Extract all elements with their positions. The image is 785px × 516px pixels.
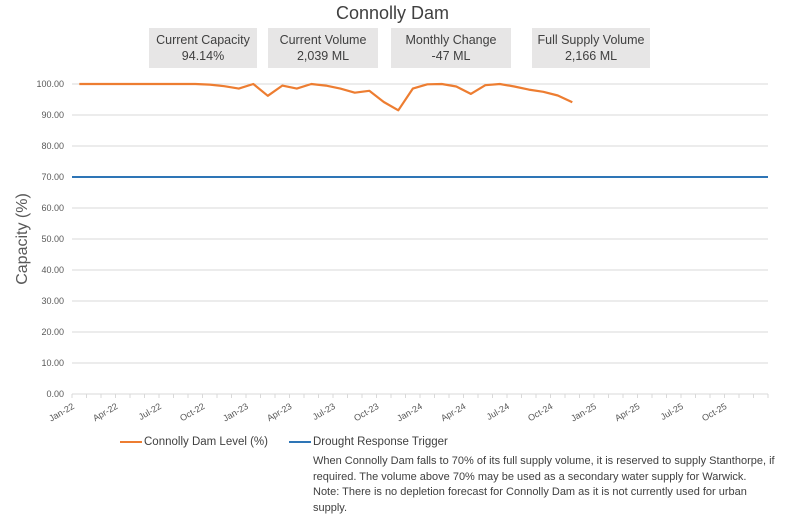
y-tick-label: 20.00 bbox=[41, 327, 64, 337]
x-tick-label: Apr-24 bbox=[439, 401, 467, 423]
x-tick-label: Jul-23 bbox=[311, 401, 337, 422]
y-tick-label: 90.00 bbox=[41, 110, 64, 120]
x-tick-label: Apr-22 bbox=[91, 401, 119, 423]
y-tick-label: 30.00 bbox=[41, 296, 64, 306]
y-tick-label: 100.00 bbox=[36, 79, 64, 89]
x-tick-label: Jul-22 bbox=[137, 401, 163, 422]
y-tick-label: 70.00 bbox=[41, 172, 64, 182]
footnote-line: Note: There is no depletion forecast for… bbox=[313, 485, 783, 516]
x-tick-label: Oct-23 bbox=[352, 401, 380, 423]
footnote: When Connolly Dam falls to 70% of its fu… bbox=[313, 454, 783, 516]
footnote-line: When Connolly Dam falls to 70% of its fu… bbox=[313, 454, 783, 470]
x-tick-label: Jan-24 bbox=[395, 401, 424, 423]
y-tick-label: 40.00 bbox=[41, 265, 64, 275]
y-tick-label: 0.00 bbox=[46, 389, 64, 399]
dam-level-points bbox=[79, 84, 572, 111]
x-tick-label: Oct-24 bbox=[526, 401, 554, 423]
legend-swatch-blue bbox=[289, 441, 311, 443]
dam-level-line bbox=[79, 84, 572, 110]
y-tick-label: 50.00 bbox=[41, 234, 64, 244]
x-tick-label: Jul-25 bbox=[659, 401, 685, 422]
x-tick-label: Jan-22 bbox=[47, 401, 76, 423]
legend-item-level: Connolly Dam Level (%) bbox=[120, 436, 268, 448]
y-axis-label: Capacity (%) bbox=[14, 193, 31, 285]
y-axis-ticks: 0.00 10.00 20.00 30.00 40.00 50.00 60.00 70.00 8… bbox=[36, 79, 64, 399]
footnote-line: required. The volume above 70% may be us… bbox=[313, 470, 783, 486]
y-tick-label: 80.00 bbox=[41, 141, 64, 151]
legend-swatch-orange bbox=[120, 441, 142, 443]
x-tick-label: Apr-23 bbox=[265, 401, 293, 423]
gridlines bbox=[72, 84, 768, 394]
x-tick-label: Jul-24 bbox=[485, 401, 511, 422]
x-axis: Jan-22 Apr-22 Jul-22 Oct-22 Jan-23 Apr-23 Jul-… bbox=[47, 394, 768, 423]
x-tick-label: Oct-22 bbox=[178, 401, 206, 423]
x-tick-label: Jan-23 bbox=[221, 401, 250, 423]
line-chart: 0.00 10.00 20.00 30.00 40.00 50.00 60.00 70.00 8… bbox=[0, 0, 785, 506]
x-tick-label: Jan-25 bbox=[569, 401, 598, 423]
x-tick-label: Oct-25 bbox=[700, 401, 728, 423]
legend-item-trigger: Drought Response Trigger bbox=[289, 436, 448, 448]
x-tick-label: Apr-25 bbox=[613, 401, 641, 423]
y-tick-label: 10.00 bbox=[41, 358, 64, 368]
legend-label: Drought Response Trigger bbox=[313, 436, 448, 448]
legend-label: Connolly Dam Level (%) bbox=[144, 436, 268, 448]
y-tick-label: 60.00 bbox=[41, 203, 64, 213]
